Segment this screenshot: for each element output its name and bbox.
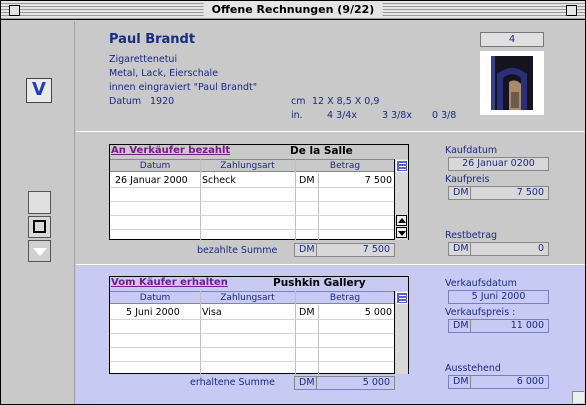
purchase-table-scrollbar[interactable] xyxy=(394,159,408,240)
sale-payments-table: Vom Käufer erhalten Pushkin Gallery Datu… xyxy=(109,276,409,375)
received-sum-field[interactable]: DM 5 000 xyxy=(294,376,395,390)
paid-sum-currency: DM xyxy=(299,244,315,255)
verkaufsdatum-field[interactable]: 5 Juni 2000 xyxy=(448,290,549,304)
paid-sum-label: bezahlte Summe xyxy=(197,245,278,256)
column-betrag: Betrag xyxy=(329,161,361,171)
purchase-payments-table: An Verkäufer bezahlt De la Salle Datum Z… xyxy=(109,144,409,241)
row-datum: 26 Januar 2000 xyxy=(115,175,188,186)
nav-blank-button[interactable] xyxy=(28,191,51,214)
ausstehend-value: 6 000 xyxy=(516,376,544,387)
restbetrag-field[interactable]: DM 0 xyxy=(448,242,549,256)
datum-label: Datum xyxy=(109,96,142,107)
scroll-up-arrow-icon[interactable] xyxy=(396,215,407,226)
dimension-cm-unit: cm xyxy=(291,96,306,107)
kaufpreis-value: 7 500 xyxy=(516,187,544,198)
column-divider xyxy=(318,305,319,375)
verkaufsdatum-label: Verkaufsdatum xyxy=(445,278,517,289)
square-icon xyxy=(33,220,46,233)
item-thumbnail[interactable] xyxy=(480,51,544,115)
column-zahlungsart: Zahlungsart xyxy=(220,161,275,171)
received-sum-value: 5 000 xyxy=(362,377,390,388)
kaufdatum-field[interactable]: 26 Januar 0200 xyxy=(448,157,549,171)
row-zahlungsart: Visa xyxy=(202,307,222,318)
ausstehend-field[interactable]: DM 6 000 xyxy=(448,375,549,389)
row-divider xyxy=(110,347,395,348)
buyer-name: Pushkin Gallery xyxy=(273,277,366,289)
item-description-2: Metal, Lack, Eierschale xyxy=(109,68,219,79)
verkaufspreis-currency: DM xyxy=(453,320,469,331)
resize-grip-icon[interactable] xyxy=(572,391,584,403)
verkaufspreis-label: Verkaufspreis : xyxy=(445,307,516,318)
item-description-3: innen eingraviert "Paul Brandt" xyxy=(109,82,258,93)
purchase-column-headers: Datum Zahlungsart Betrag xyxy=(110,159,408,172)
paid-sum-value: 7 500 xyxy=(362,244,390,255)
close-box-icon[interactable] xyxy=(9,5,20,16)
restbetrag-label: Restbetrag xyxy=(445,230,498,241)
column-divider xyxy=(318,173,319,241)
dimension-in-unit: in. xyxy=(291,110,303,121)
kaufpreis-field[interactable]: DM 7 500 xyxy=(448,186,549,200)
seller-name: De la Salle xyxy=(290,145,353,157)
row-divider xyxy=(110,333,395,334)
sale-received-link[interactable]: Vom Käufer erhalten xyxy=(111,277,228,288)
window-title: Offene Rechnungen (9/22) xyxy=(203,3,383,17)
row-divider xyxy=(110,201,395,202)
scroll-down-arrow-icon[interactable] xyxy=(396,227,407,238)
item-image xyxy=(481,52,543,114)
dimension-in-3: 0 3/8 xyxy=(432,110,457,121)
sale-table-scrollbar[interactable] xyxy=(394,291,408,374)
ausstehend-label: Ausstehend xyxy=(445,363,501,374)
purchase-paid-link[interactable]: An Verkäufer bezahlt xyxy=(111,145,230,156)
item-description-1: Zigarettenetui xyxy=(109,54,178,65)
column-datum: Datum xyxy=(139,161,171,171)
received-sum-currency: DM xyxy=(299,377,315,388)
row-zahlungsart: Scheck xyxy=(202,175,236,186)
row-datum: 5 Juni 2000 xyxy=(126,307,180,318)
verkaufspreis-field[interactable]: DM 11 000 xyxy=(448,319,549,333)
ausstehend-currency: DM xyxy=(453,376,469,387)
row-betrag: 5 000 xyxy=(364,307,392,318)
row-divider xyxy=(110,361,395,362)
artist-name: Paul Brandt xyxy=(109,32,196,47)
zoom-box-icon[interactable] xyxy=(566,5,577,16)
nav-down-button[interactable] xyxy=(28,240,51,262)
invoice-window: Offene Rechnungen (9/22) V Paul Brandt Z… xyxy=(0,0,586,405)
row-divider xyxy=(110,229,395,230)
restbetrag-value: 0 xyxy=(537,243,544,254)
column-zahlungsart: Zahlungsart xyxy=(220,293,275,303)
row-divider xyxy=(110,319,395,320)
navigation-column: V xyxy=(1,21,75,404)
dimension-in-1: 4 3/4x xyxy=(327,110,357,121)
row-currency: DM xyxy=(299,175,315,186)
kaufdatum-label: Kaufdatum xyxy=(445,145,498,156)
title-bar[interactable]: Offene Rechnungen (9/22) xyxy=(1,1,585,20)
row-betrag: 7 500 xyxy=(364,175,392,186)
datum-value: 1920 xyxy=(150,96,175,107)
row-divider xyxy=(110,187,395,188)
row-currency: DM xyxy=(299,307,315,318)
received-sum-label: erhaltene Summe xyxy=(190,377,275,388)
row-divider xyxy=(110,215,395,216)
restbetrag-currency: DM xyxy=(453,243,469,254)
list-menu-icon[interactable] xyxy=(396,160,408,172)
paid-sum-field[interactable]: DM 7 500 xyxy=(294,243,395,257)
kaufpreis-label: Kaufpreis xyxy=(445,174,490,185)
down-triangle-icon xyxy=(33,248,47,256)
record-counter: 4 xyxy=(480,32,544,47)
column-betrag: Betrag xyxy=(329,293,361,303)
v-button[interactable]: V xyxy=(26,78,52,103)
verkaufspreis-value: 11 000 xyxy=(510,320,544,331)
sale-column-headers: Datum Zahlungsart Betrag xyxy=(110,291,408,304)
column-datum: Datum xyxy=(139,293,171,303)
list-menu-icon[interactable] xyxy=(396,292,408,304)
dimension-cm-value: 12 X 8,5 X 0,9 xyxy=(312,96,380,107)
kaufpreis-currency: DM xyxy=(453,187,469,198)
nav-square-button[interactable] xyxy=(28,216,51,238)
dimension-in-2: 3 3/8x xyxy=(382,110,412,121)
